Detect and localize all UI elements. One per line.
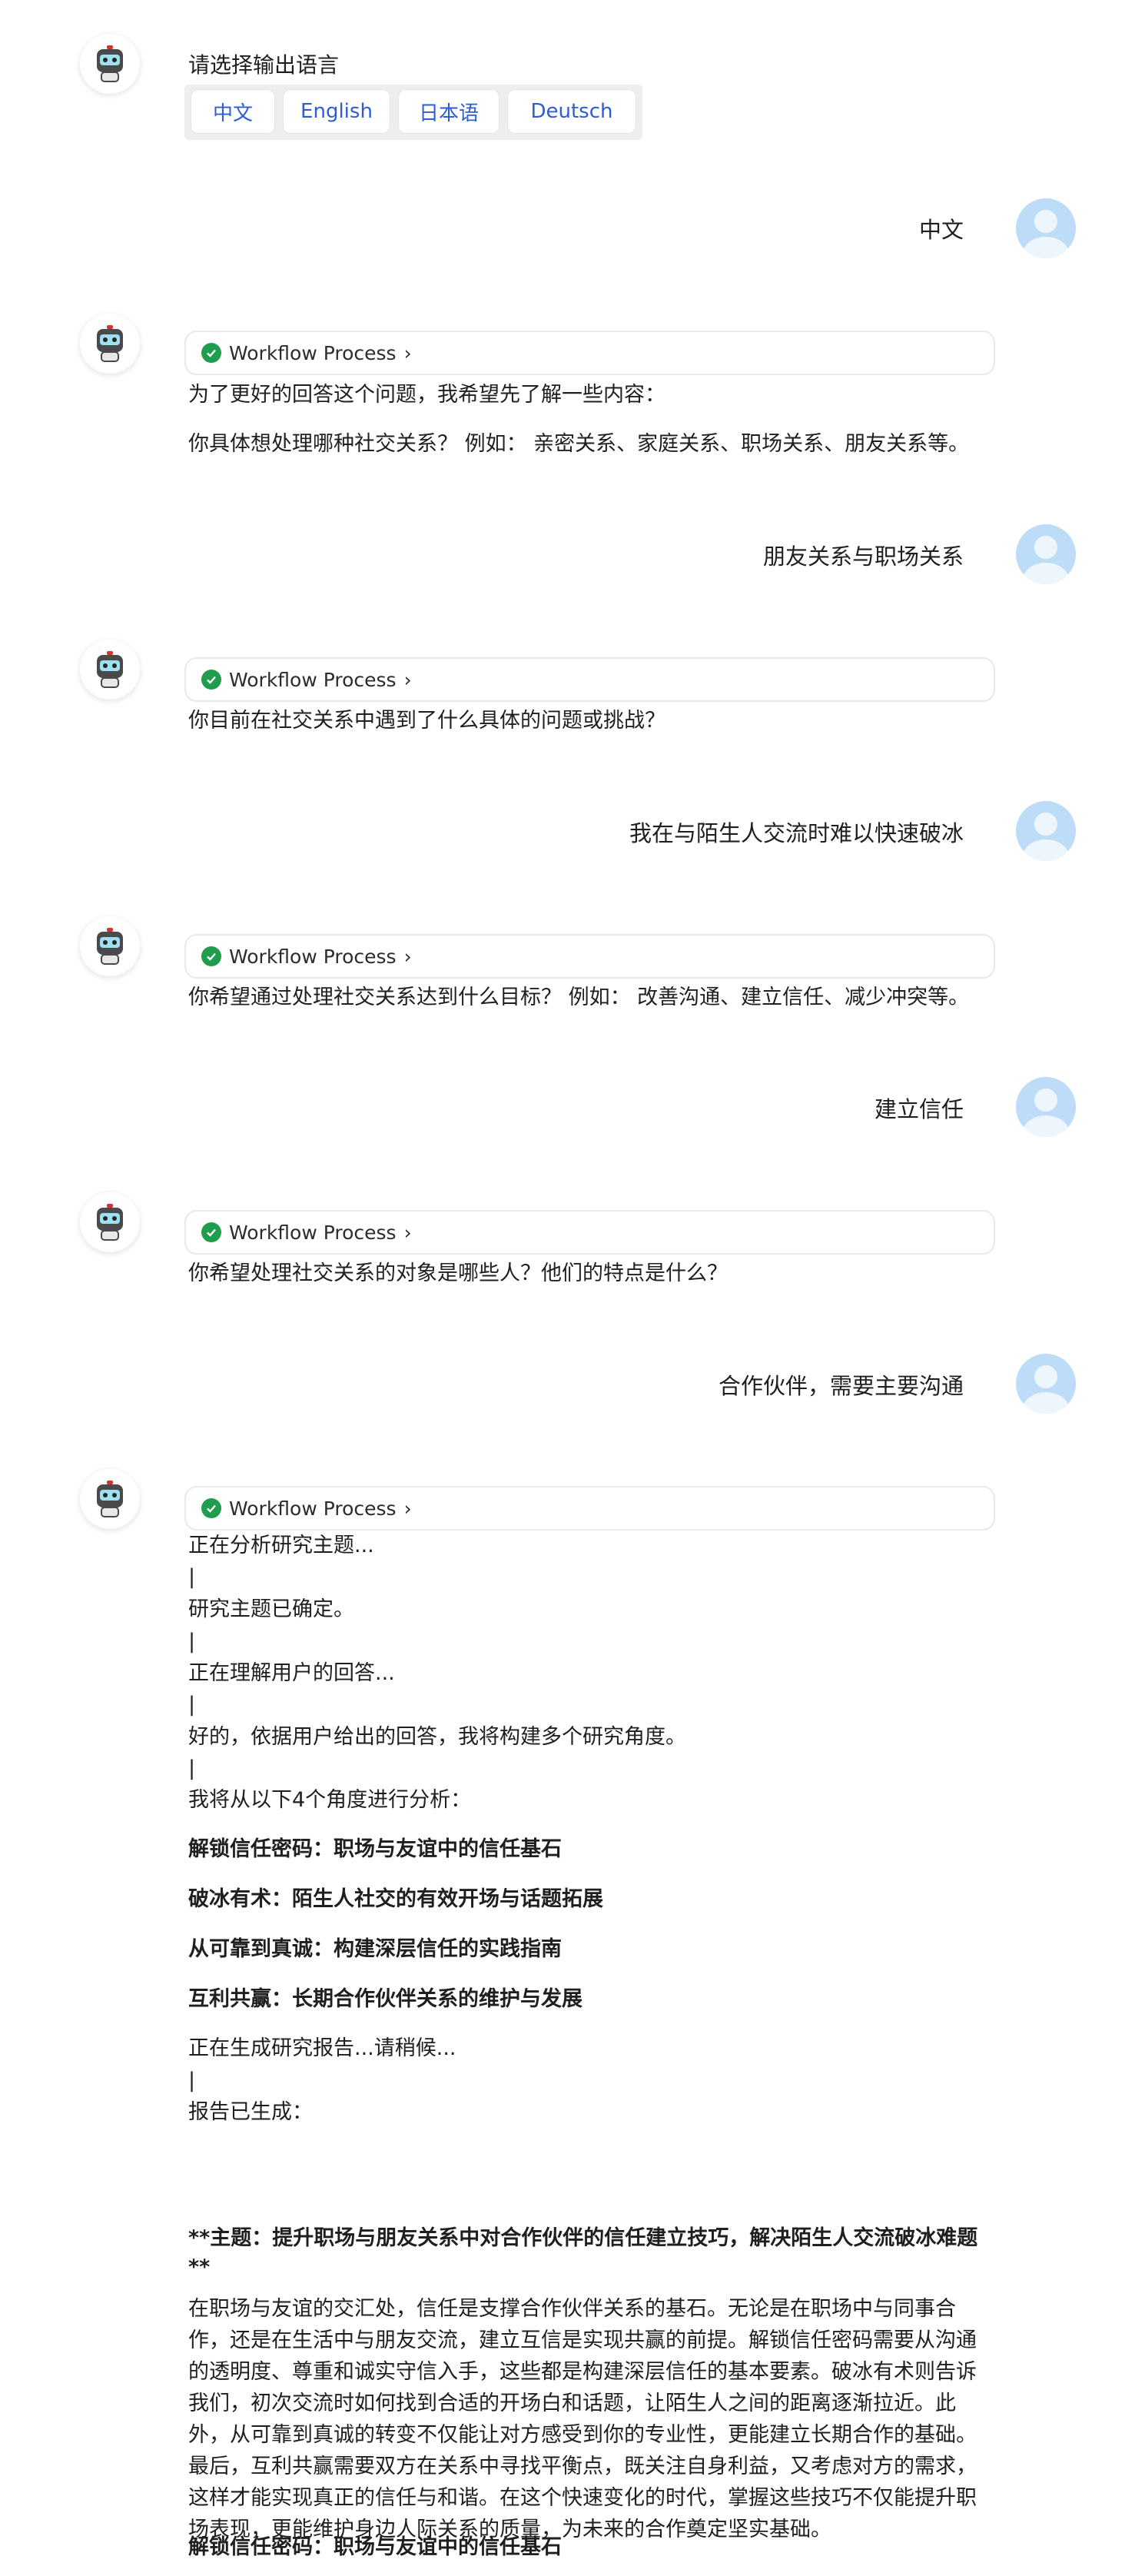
user-avatar-head (1034, 536, 1057, 559)
language-option-chinese[interactable]: 中文 (191, 89, 275, 134)
bot-avatar (80, 34, 140, 94)
separator-line: | (188, 1693, 196, 1717)
user-avatar-body (1023, 839, 1069, 861)
status-line: 正在理解用户的回答... (188, 1661, 395, 1685)
user-message: 建立信任 (874, 1096, 964, 1122)
bot-message: 你希望通过处理社交关系达到什么目标？ 例如： 改善沟通、建立信任、减少冲突等。 (188, 986, 970, 1009)
user-message: 朋友关系与职场关系 (762, 543, 964, 570)
bot-message: 你希望处理社交关系的对象是哪些人？他们的特点是什么？ (188, 1261, 728, 1285)
workflow-process-toggle[interactable]: Workflow Process › (184, 657, 995, 702)
research-angle: 从可靠到真诚：构建深层信任的实践指南 (188, 1937, 562, 1961)
workflow-process-toggle[interactable]: Workflow Process › (184, 1210, 995, 1255)
status-line: 正在生成研究报告...请稍候... (188, 2036, 456, 2060)
user-avatar (1016, 1354, 1076, 1414)
separator-line: | (188, 1565, 196, 1589)
user-avatar (1016, 1077, 1076, 1137)
user-avatar-head (1034, 1089, 1057, 1112)
research-angle: 解锁信任密码：职场与友谊中的信任基石 (188, 1837, 562, 1861)
chevron-right-icon: › (403, 1221, 412, 1244)
check-circle-icon (201, 946, 221, 966)
user-avatar-body (1023, 1392, 1069, 1414)
robot-icon (97, 1481, 123, 1517)
user-message: 合作伙伴，需要主要沟通 (718, 1373, 964, 1399)
separator-line: | (188, 1757, 196, 1780)
user-avatar (1016, 801, 1076, 861)
robot-icon (97, 325, 123, 362)
robot-icon (97, 651, 123, 688)
bot-avatar (80, 916, 140, 976)
separator-line: | (188, 2069, 196, 2092)
language-prompt: 请选择输出语言 (188, 52, 340, 78)
research-angle: 破冰有术：陌生人社交的有效开场与话题拓展 (188, 1887, 603, 1911)
workflow-process-toggle[interactable]: Workflow Process › (184, 934, 995, 979)
language-option-group: 中文 English 日本语 Deutsch (184, 85, 642, 140)
bot-avatar (80, 1192, 140, 1252)
robot-icon (97, 1204, 123, 1241)
research-angle: 互利共赢：长期合作伙伴关系的维护与发展 (188, 1987, 582, 2011)
language-option-japanese[interactable]: 日本语 (398, 89, 499, 134)
user-message: 我在与陌生人交流时难以快速破冰 (629, 820, 964, 846)
check-circle-icon (201, 670, 221, 690)
language-option-german[interactable]: Deutsch (507, 89, 636, 134)
check-circle-icon (201, 1498, 221, 1518)
status-line: 报告已生成： (188, 2100, 313, 2124)
bot-avatar (80, 314, 140, 374)
user-avatar-body (1023, 1115, 1069, 1137)
user-avatar (1016, 198, 1076, 258)
status-line: 好的，依据用户给出的回答，我将构建多个研究角度。 (188, 1725, 686, 1749)
workflow-process-label: Workflow Process (229, 341, 397, 364)
chevron-right-icon: › (403, 668, 412, 691)
robot-icon (97, 45, 123, 82)
user-message: 中文 (918, 217, 964, 243)
chevron-right-icon: › (403, 1497, 412, 1520)
bot-message: 你具体想处理哪种社交关系？ 例如： 亲密关系、家庭关系、职场关系、朋友关系等。 (188, 432, 970, 456)
status-line: 正在分析研究主题... (188, 1534, 374, 1557)
check-circle-icon (201, 1222, 221, 1242)
report-body: 在职场与友谊的交汇处，信任是支撑合作伙伴关系的基石。无论是在职场中与同事合作，还… (188, 2297, 977, 2541)
separator-line: | (188, 1630, 196, 1654)
workflow-process-label: Workflow Process (229, 1497, 397, 1520)
status-line: 我将从以下4个角度进行分析： (188, 1788, 472, 1812)
check-circle-icon (201, 343, 221, 363)
chevron-right-icon: › (403, 945, 412, 968)
user-avatar-head (1034, 813, 1057, 836)
robot-icon (97, 928, 123, 965)
report-title: **主题：提升职场与朋友关系中对合作伙伴的信任建立技巧，解决陌生人交流破冰难题*… (188, 2226, 978, 2279)
user-avatar-head (1034, 1365, 1057, 1388)
workflow-process-label: Workflow Process (229, 945, 397, 968)
bot-avatar (80, 640, 140, 700)
workflow-process-toggle[interactable]: Workflow Process › (184, 1486, 995, 1531)
report-section-heading: 解锁信任密码：职场与友谊中的信任基石 (188, 2535, 562, 2559)
workflow-process-label: Workflow Process (229, 668, 397, 691)
status-line: 研究主题已确定。 (188, 1597, 354, 1621)
workflow-process-toggle[interactable]: Workflow Process › (184, 331, 995, 375)
workflow-process-label: Workflow Process (229, 1221, 397, 1244)
user-avatar-body (1023, 563, 1069, 584)
user-avatar-body (1023, 237, 1069, 258)
language-option-english[interactable]: English (283, 89, 390, 134)
user-avatar-head (1034, 210, 1057, 233)
bot-message: 你目前在社交关系中遇到了什么具体的问题或挑战？ (188, 709, 665, 733)
chevron-right-icon: › (403, 341, 412, 364)
bot-message: 为了更好的回答这个问题，我希望先了解一些内容： (188, 383, 665, 407)
bot-avatar (80, 1469, 140, 1529)
user-avatar (1016, 524, 1076, 584)
